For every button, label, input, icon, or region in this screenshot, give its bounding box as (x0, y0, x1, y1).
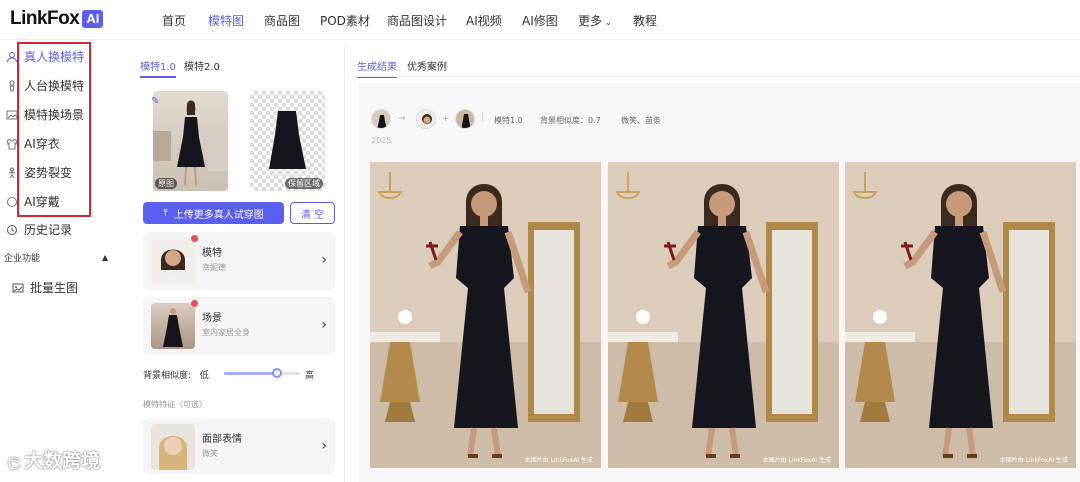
chevron-right-icon: › (321, 438, 327, 454)
logo-badge: AI (82, 10, 104, 28)
scene-card[interactable]: 场景 室内家居全身 › (143, 297, 335, 355)
nav-model-image[interactable]: 模特图 (208, 12, 244, 29)
scene-title: 场景 (202, 313, 222, 324)
upload-icon: ⤒ (163, 207, 168, 219)
chevron-up-icon: ▲ (102, 253, 109, 262)
logo-text: LinkFox (10, 8, 80, 29)
nav-product-design[interactable]: 商品图设计 (387, 12, 447, 29)
result-image-2[interactable]: 本图片由 LinkFoxAI 生成 (608, 162, 839, 468)
sidebar-item-label: 历史记录 (24, 223, 73, 237)
edit-icon[interactable]: ✎ (151, 96, 159, 107)
meta-model: 模特1.0 (494, 116, 523, 125)
meta-features: 微笑、苗条 (621, 116, 661, 125)
highlight-box (17, 42, 91, 217)
sidebar-item-label: 批量生图 (30, 281, 79, 295)
sidebar-item-batch[interactable]: 批量生图 (12, 279, 78, 296)
nav-tutorial[interactable]: 教程 (633, 12, 657, 29)
badge-dot (191, 235, 198, 242)
face-thumb (151, 424, 195, 470)
nav-more-label: 更多 (578, 14, 603, 28)
clear-button[interactable]: 清 空 (290, 202, 335, 224)
model-name: 幸妮德 (202, 263, 226, 272)
image-watermark: 本图片由 LinkFoxAI 生成 (999, 457, 1068, 464)
face-card[interactable]: 面部表情 微笑 › (143, 418, 335, 474)
face-title: 面部表情 (202, 434, 242, 445)
result-image-1[interactable]: 本图片由 LinkFoxAI 生成 (370, 162, 601, 468)
keep-area-image[interactable]: 保留区域 (250, 91, 325, 191)
sidebar-item-history[interactable]: 历史记录 (6, 221, 72, 238)
enterprise-label: 企业功能 (4, 254, 41, 264)
overlay-watermark: ල 大数跨境 (8, 446, 100, 473)
chevron-right-icon: › (321, 252, 327, 268)
upload-button[interactable]: ⤒ 上传更多真人试穿图 (143, 202, 284, 224)
nav-product-image[interactable]: 商品图 (264, 12, 300, 29)
clock-icon (6, 224, 18, 236)
similarity-high: 高 (305, 371, 315, 381)
image-watermark: 本图片由 LinkFoxAI 生成 (762, 457, 831, 464)
nav-pod[interactable]: POD素材 (320, 12, 370, 29)
model-card[interactable]: 模特 幸妮德 › (143, 232, 335, 290)
result-image-3[interactable]: 本图片由 LinkFoxAI 生成 (845, 162, 1076, 468)
tab-model-v2[interactable]: 模特2.0 (184, 58, 220, 73)
image-watermark: 本图片由 LinkFoxAI 生成 (524, 457, 593, 464)
arrow-right-icon: → (398, 114, 406, 124)
tab-showcase[interactable]: 优秀案例 (407, 58, 447, 73)
result-date: 2025 (371, 136, 392, 145)
similarity-slider[interactable] (224, 368, 300, 378)
image-icon (12, 282, 24, 294)
upload-label: 上传更多真人试穿图 (173, 209, 264, 221)
nav-home[interactable]: 首页 (162, 12, 186, 29)
similarity-row: 背景相似度: 低 (143, 368, 209, 381)
nav-more[interactable]: 更多 ⌄ (578, 12, 612, 29)
badge-dot (191, 300, 198, 307)
divider (347, 76, 1080, 77)
original-tag: 原图 (155, 178, 177, 189)
model-avatar (151, 238, 195, 284)
model-title: 模特 (202, 248, 222, 259)
similarity-label: 背景相似度: (143, 371, 192, 381)
keep-area-tag: 保留区域 (285, 178, 323, 189)
face-value: 微笑 (202, 449, 218, 458)
separator: | (481, 111, 485, 122)
scene-thumb (151, 303, 195, 349)
nav-ai-retouch[interactable]: AI修图 (522, 12, 558, 29)
meta-similarity: 背景相似度：0.7 (540, 116, 601, 125)
top-nav: LinkFox AI 首页 模特图 商品图 POD素材 商品图设计 AI视频 A… (0, 0, 1080, 40)
chevron-right-icon: › (321, 317, 327, 333)
similarity-low: 低 (199, 371, 209, 381)
nav-ai-video[interactable]: AI视频 (466, 12, 502, 29)
source-avatar (371, 109, 391, 129)
tab-results[interactable]: 生成结果 (357, 58, 397, 78)
scene-avatar-small (455, 109, 475, 129)
plus-icon: + (442, 114, 450, 124)
scene-name: 室内家居全身 (202, 328, 250, 337)
chevron-down-icon: ⌄ (605, 18, 612, 27)
slider-fill (224, 372, 278, 375)
logo[interactable]: LinkFox AI (10, 8, 104, 30)
tab-model-v1[interactable]: 模特1.0 (140, 58, 176, 78)
wechat-icon: ල (8, 449, 21, 469)
enterprise-section[interactable]: 企业功能 ▲ (4, 251, 112, 264)
original-image[interactable]: 原图 (153, 91, 228, 191)
feature-label: 模特特征（可选） (143, 400, 207, 409)
overlay-watermark-text: 大数跨境 (24, 450, 101, 472)
model-avatar-small (416, 109, 436, 129)
